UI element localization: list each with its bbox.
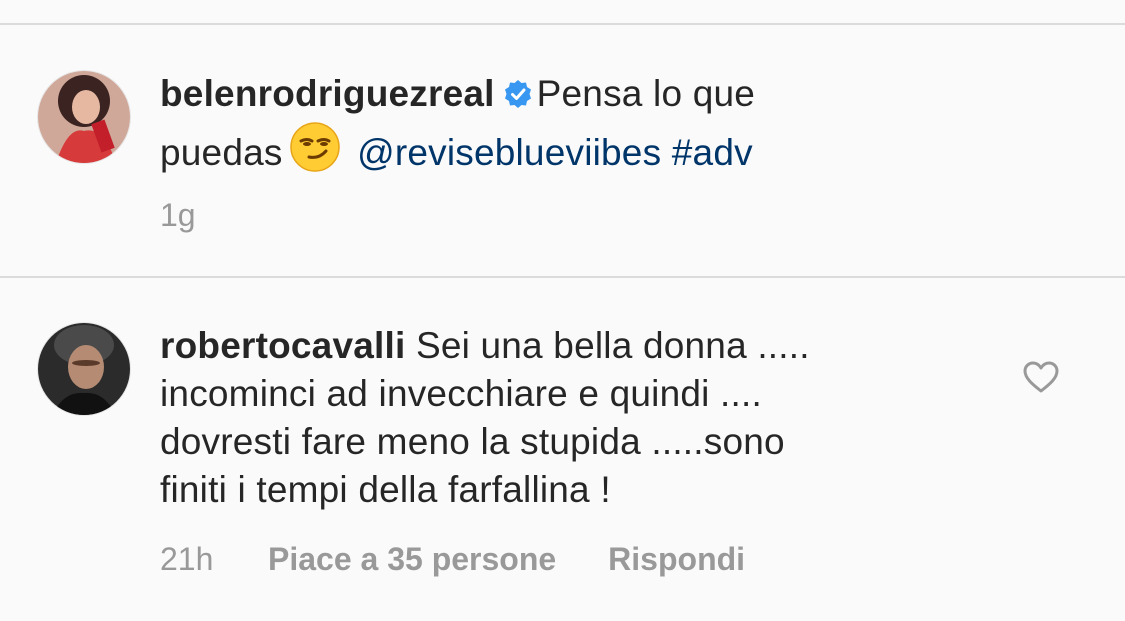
post-caption-text-1: Pensa lo que [536,73,756,114]
comment-text-1: Sei una bella donna ..... [415,325,810,366]
post-caption-line-2: puedas @reviseblueviibes #adv [160,121,753,184]
verified-badge-icon [503,74,533,120]
comment-username[interactable]: robertocavalli [160,325,405,366]
comment-meta: 21h Piace a 35 persone Rispondi [160,539,745,579]
comment-text-2: incominci ad invecchiare e quindi .... [160,373,762,414]
post-caption-line-1: belenrodriguezreal Pensa lo que [160,71,755,120]
comment-likes-link[interactable]: Piace a 35 persone [268,539,556,579]
comment-timestamp: 21h [160,541,214,577]
post-username[interactable]: belenrodriguezreal [160,73,495,114]
comment-text-4: finiti i tempi della farfallina ! [160,469,611,510]
hashtag-link[interactable]: #adv [672,132,753,173]
heart-outline-icon[interactable] [1022,360,1060,399]
comment-section: robertocavalli Sei una bella donna .....… [0,278,1125,621]
post-meta: 1g [160,195,196,235]
smirking-face-emoji [289,121,341,184]
top-strip [0,0,1125,23]
comment-line-3: dovresti fare meno la stupida .....sono [160,419,785,465]
post-caption-section: belenrodriguezreal Pensa lo que puedas @r… [0,25,1125,276]
post-timestamp: 1g [160,197,196,233]
comment-line-1: robertocavalli Sei una bella donna ..... [160,323,810,369]
post-caption-text-2: puedas [160,132,283,173]
comment-author-avatar[interactable] [37,322,131,416]
reply-button[interactable]: Rispondi [608,539,745,579]
mention-link[interactable]: @reviseblueviibes [357,132,661,173]
comment-line-2: incominci ad invecchiare e quindi .... [160,371,762,417]
comment-text-3: dovresti fare meno la stupida .....sono [160,421,785,462]
comment-line-4: finiti i tempi della farfallina ! [160,467,611,513]
post-author-avatar[interactable] [37,70,131,164]
